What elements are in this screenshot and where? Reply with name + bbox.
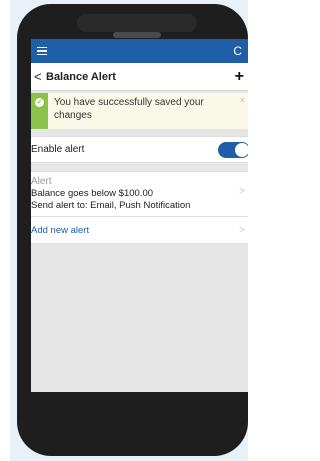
- refresh-icon[interactable]: C: [233, 45, 242, 57]
- enable-alert-toggle[interactable]: [218, 141, 248, 158]
- toggle-knob: [235, 142, 248, 157]
- alert-delivery: Send alert to: Email, Push Notification: [31, 200, 191, 211]
- phone-top-bezel: [77, 14, 197, 32]
- hamburger-icon[interactable]: [37, 47, 47, 55]
- add-new-alert-row[interactable]: Add new alert >: [31, 217, 248, 244]
- page-title: Balance Alert: [46, 70, 116, 83]
- title-bar: < Balance Alert +: [31, 63, 248, 91]
- add-new-alert-link[interactable]: Add new alert: [31, 225, 89, 236]
- enable-alert-row: Enable alert: [31, 136, 248, 163]
- back-icon[interactable]: <: [34, 69, 46, 84]
- add-icon[interactable]: +: [235, 68, 244, 85]
- chevron-right-icon: >: [239, 186, 245, 197]
- alert-list-item[interactable]: Alert Balance goes below $100.00 Send al…: [31, 171, 248, 217]
- app-screen: C < Balance Alert + ✓ You have successfu…: [31, 39, 248, 392]
- alert-condition: Balance goes below $100.00: [31, 188, 154, 199]
- speaker-grille: [113, 32, 161, 38]
- success-message: You have successfully saved your changes: [54, 97, 204, 121]
- alert-title: Alert: [31, 176, 52, 187]
- close-icon[interactable]: ×: [240, 95, 245, 105]
- success-indicator: ✓: [31, 93, 49, 129]
- check-icon: ✓: [35, 98, 44, 107]
- app-bar: C: [31, 39, 248, 63]
- chevron-right-icon: >: [239, 225, 245, 236]
- success-banner: ✓ You have successfully saved your chang…: [31, 93, 248, 129]
- enable-alert-label: Enable alert: [31, 144, 85, 155]
